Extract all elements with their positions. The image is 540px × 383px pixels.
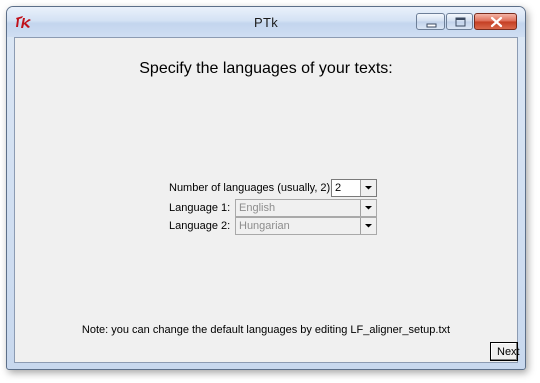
title-bar[interactable]: PTk [7, 7, 525, 37]
chevron-down-icon[interactable] [360, 180, 376, 196]
language-2-select[interactable]: Hungarian [235, 217, 377, 235]
language-1-value: English [239, 202, 276, 214]
dialog-content: Specify the languages of your texts: Num… [14, 37, 520, 363]
chevron-down-icon[interactable] [360, 218, 376, 234]
page-title: Specify the languages of your texts: [139, 60, 393, 77]
maximize-button[interactable] [446, 13, 473, 30]
close-icon [490, 16, 503, 28]
app-window: PTk Specify the languages of your texts:… [6, 6, 526, 370]
maximize-icon [455, 17, 466, 27]
close-button[interactable] [474, 13, 517, 30]
chevron-down-icon[interactable] [360, 200, 376, 216]
language-2-value: Hungarian [239, 220, 290, 232]
minimize-button[interactable] [416, 13, 445, 30]
next-button[interactable]: Next [490, 342, 520, 361]
language-1-label: Language 1: [169, 202, 231, 214]
language-count-select[interactable]: 2 [331, 179, 377, 197]
language-2-label: Language 2: [169, 220, 231, 232]
setup-note: Note: you can change the default languag… [81, 324, 451, 336]
minimize-icon [426, 23, 437, 28]
language-count-label: Number of languages (usually, 2): [169, 182, 334, 194]
language-1-select[interactable]: English [235, 199, 377, 217]
language-count-value: 2 [335, 182, 342, 194]
